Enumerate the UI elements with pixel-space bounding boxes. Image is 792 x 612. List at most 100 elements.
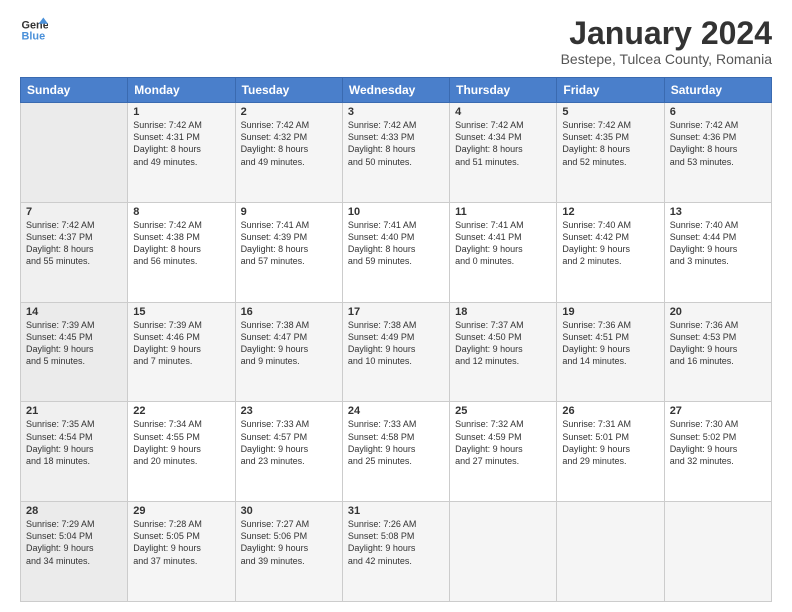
col-saturday: Saturday (664, 78, 771, 103)
logo-icon: General Blue (20, 16, 48, 44)
day-number: 27 (670, 405, 766, 417)
day-info: Sunrise: 7:38 AMSunset: 4:47 PMDaylight:… (241, 319, 337, 368)
week-row-5: 28Sunrise: 7:29 AMSunset: 5:04 PMDayligh… (21, 502, 772, 602)
day-info: Sunrise: 7:42 AMSunset: 4:37 PMDaylight:… (26, 219, 122, 268)
day-cell (21, 103, 128, 203)
calendar-table: Sunday Monday Tuesday Wednesday Thursday… (20, 77, 772, 602)
day-cell: 2Sunrise: 7:42 AMSunset: 4:32 PMDaylight… (235, 103, 342, 203)
day-cell: 24Sunrise: 7:33 AMSunset: 4:58 PMDayligh… (342, 402, 449, 502)
location: Bestepe, Tulcea County, Romania (561, 51, 772, 67)
day-info: Sunrise: 7:35 AMSunset: 4:54 PMDaylight:… (26, 418, 122, 467)
day-number: 2 (241, 106, 337, 118)
day-cell: 19Sunrise: 7:36 AMSunset: 4:51 PMDayligh… (557, 302, 664, 402)
header: General Blue January 2024 Bestepe, Tulce… (20, 16, 772, 67)
day-info: Sunrise: 7:30 AMSunset: 5:02 PMDaylight:… (670, 418, 766, 467)
day-number: 13 (670, 206, 766, 218)
col-thursday: Thursday (450, 78, 557, 103)
week-row-3: 14Sunrise: 7:39 AMSunset: 4:45 PMDayligh… (21, 302, 772, 402)
col-friday: Friday (557, 78, 664, 103)
month-title: January 2024 (561, 16, 772, 51)
day-number: 7 (26, 206, 122, 218)
day-cell: 9Sunrise: 7:41 AMSunset: 4:39 PMDaylight… (235, 202, 342, 302)
day-number: 26 (562, 405, 658, 417)
day-info: Sunrise: 7:42 AMSunset: 4:34 PMDaylight:… (455, 119, 551, 168)
day-number: 17 (348, 306, 444, 318)
day-cell: 3Sunrise: 7:42 AMSunset: 4:33 PMDaylight… (342, 103, 449, 203)
svg-text:Blue: Blue (22, 30, 46, 42)
day-cell: 16Sunrise: 7:38 AMSunset: 4:47 PMDayligh… (235, 302, 342, 402)
day-number: 30 (241, 505, 337, 517)
week-row-2: 7Sunrise: 7:42 AMSunset: 4:37 PMDaylight… (21, 202, 772, 302)
day-info: Sunrise: 7:40 AMSunset: 4:42 PMDaylight:… (562, 219, 658, 268)
day-info: Sunrise: 7:41 AMSunset: 4:41 PMDaylight:… (455, 219, 551, 268)
day-cell: 26Sunrise: 7:31 AMSunset: 5:01 PMDayligh… (557, 402, 664, 502)
day-info: Sunrise: 7:42 AMSunset: 4:36 PMDaylight:… (670, 119, 766, 168)
day-number: 22 (133, 405, 229, 417)
calendar-body: 1Sunrise: 7:42 AMSunset: 4:31 PMDaylight… (21, 103, 772, 602)
day-cell: 1Sunrise: 7:42 AMSunset: 4:31 PMDaylight… (128, 103, 235, 203)
calendar-page: General Blue January 2024 Bestepe, Tulce… (0, 0, 792, 612)
day-cell (664, 502, 771, 602)
day-info: Sunrise: 7:34 AMSunset: 4:55 PMDaylight:… (133, 418, 229, 467)
day-info: Sunrise: 7:42 AMSunset: 4:38 PMDaylight:… (133, 219, 229, 268)
day-cell: 8Sunrise: 7:42 AMSunset: 4:38 PMDaylight… (128, 202, 235, 302)
title-block: January 2024 Bestepe, Tulcea County, Rom… (561, 16, 772, 67)
day-cell: 20Sunrise: 7:36 AMSunset: 4:53 PMDayligh… (664, 302, 771, 402)
day-number: 9 (241, 206, 337, 218)
day-number: 18 (455, 306, 551, 318)
day-info: Sunrise: 7:33 AMSunset: 4:57 PMDaylight:… (241, 418, 337, 467)
day-number: 4 (455, 106, 551, 118)
day-info: Sunrise: 7:42 AMSunset: 4:33 PMDaylight:… (348, 119, 444, 168)
day-info: Sunrise: 7:42 AMSunset: 4:31 PMDaylight:… (133, 119, 229, 168)
day-number: 14 (26, 306, 122, 318)
day-info: Sunrise: 7:32 AMSunset: 4:59 PMDaylight:… (455, 418, 551, 467)
day-info: Sunrise: 7:41 AMSunset: 4:40 PMDaylight:… (348, 219, 444, 268)
day-cell: 31Sunrise: 7:26 AMSunset: 5:08 PMDayligh… (342, 502, 449, 602)
days-header-row: Sunday Monday Tuesday Wednesday Thursday… (21, 78, 772, 103)
logo: General Blue (20, 16, 48, 44)
day-info: Sunrise: 7:33 AMSunset: 4:58 PMDaylight:… (348, 418, 444, 467)
day-number: 15 (133, 306, 229, 318)
day-cell: 15Sunrise: 7:39 AMSunset: 4:46 PMDayligh… (128, 302, 235, 402)
day-info: Sunrise: 7:40 AMSunset: 4:44 PMDaylight:… (670, 219, 766, 268)
day-cell: 5Sunrise: 7:42 AMSunset: 4:35 PMDaylight… (557, 103, 664, 203)
day-cell: 29Sunrise: 7:28 AMSunset: 5:05 PMDayligh… (128, 502, 235, 602)
day-cell: 17Sunrise: 7:38 AMSunset: 4:49 PMDayligh… (342, 302, 449, 402)
day-cell: 21Sunrise: 7:35 AMSunset: 4:54 PMDayligh… (21, 402, 128, 502)
day-cell: 4Sunrise: 7:42 AMSunset: 4:34 PMDaylight… (450, 103, 557, 203)
day-cell: 27Sunrise: 7:30 AMSunset: 5:02 PMDayligh… (664, 402, 771, 502)
day-cell: 13Sunrise: 7:40 AMSunset: 4:44 PMDayligh… (664, 202, 771, 302)
day-cell (450, 502, 557, 602)
day-info: Sunrise: 7:36 AMSunset: 4:51 PMDaylight:… (562, 319, 658, 368)
day-number: 11 (455, 206, 551, 218)
day-info: Sunrise: 7:27 AMSunset: 5:06 PMDaylight:… (241, 518, 337, 567)
day-info: Sunrise: 7:37 AMSunset: 4:50 PMDaylight:… (455, 319, 551, 368)
day-cell: 25Sunrise: 7:32 AMSunset: 4:59 PMDayligh… (450, 402, 557, 502)
day-cell: 10Sunrise: 7:41 AMSunset: 4:40 PMDayligh… (342, 202, 449, 302)
day-cell: 30Sunrise: 7:27 AMSunset: 5:06 PMDayligh… (235, 502, 342, 602)
day-info: Sunrise: 7:31 AMSunset: 5:01 PMDaylight:… (562, 418, 658, 467)
day-number: 29 (133, 505, 229, 517)
day-cell (557, 502, 664, 602)
day-number: 5 (562, 106, 658, 118)
day-number: 21 (26, 405, 122, 417)
day-number: 12 (562, 206, 658, 218)
day-number: 6 (670, 106, 766, 118)
col-sunday: Sunday (21, 78, 128, 103)
week-row-1: 1Sunrise: 7:42 AMSunset: 4:31 PMDaylight… (21, 103, 772, 203)
day-info: Sunrise: 7:39 AMSunset: 4:46 PMDaylight:… (133, 319, 229, 368)
day-cell: 14Sunrise: 7:39 AMSunset: 4:45 PMDayligh… (21, 302, 128, 402)
day-number: 8 (133, 206, 229, 218)
day-number: 31 (348, 505, 444, 517)
day-info: Sunrise: 7:38 AMSunset: 4:49 PMDaylight:… (348, 319, 444, 368)
day-number: 10 (348, 206, 444, 218)
day-info: Sunrise: 7:29 AMSunset: 5:04 PMDaylight:… (26, 518, 122, 567)
day-number: 19 (562, 306, 658, 318)
day-info: Sunrise: 7:36 AMSunset: 4:53 PMDaylight:… (670, 319, 766, 368)
day-cell: 6Sunrise: 7:42 AMSunset: 4:36 PMDaylight… (664, 103, 771, 203)
day-info: Sunrise: 7:41 AMSunset: 4:39 PMDaylight:… (241, 219, 337, 268)
day-number: 20 (670, 306, 766, 318)
day-number: 25 (455, 405, 551, 417)
day-info: Sunrise: 7:42 AMSunset: 4:35 PMDaylight:… (562, 119, 658, 168)
week-row-4: 21Sunrise: 7:35 AMSunset: 4:54 PMDayligh… (21, 402, 772, 502)
